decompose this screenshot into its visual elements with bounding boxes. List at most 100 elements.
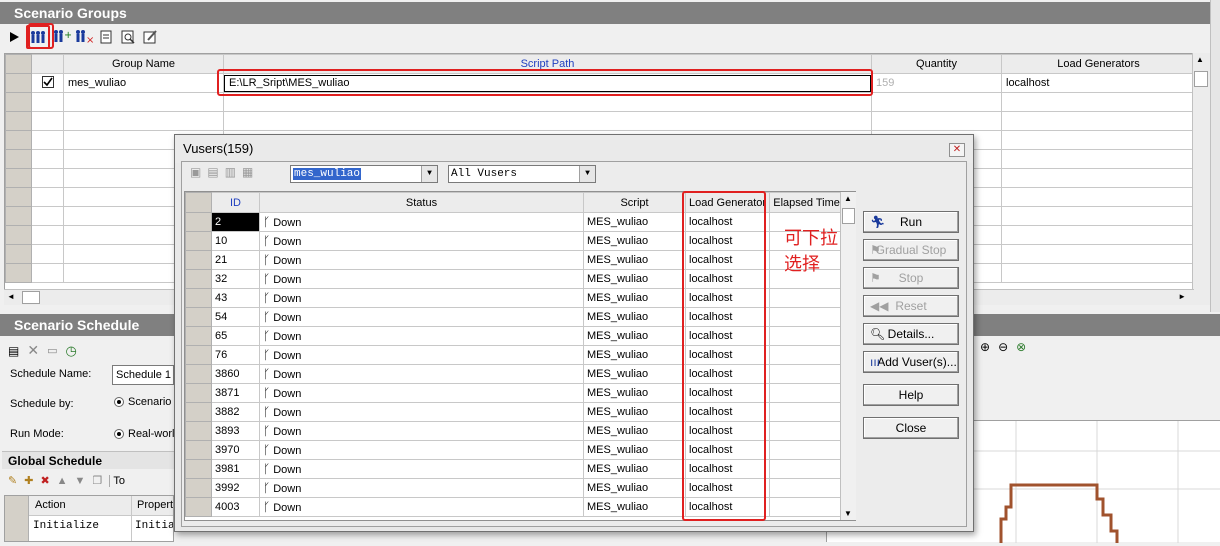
scroll-thumb[interactable] [1194, 71, 1208, 87]
row-header[interactable] [5, 73, 32, 93]
vuser-script-cell[interactable]: MES_wuliao [583, 364, 686, 384]
row-header[interactable] [185, 383, 212, 403]
vuser-script-cell[interactable]: MES_wuliao [583, 307, 686, 327]
delete-schedule-icon[interactable]: ✕ [27, 342, 39, 359]
start-scenario-icon[interactable] [4, 27, 24, 47]
vuser-status-cell[interactable]: ᚴ Down [259, 231, 584, 251]
schedule-name-field[interactable]: Schedule 1 [112, 365, 174, 385]
column-header-quantity[interactable]: Quantity [871, 54, 1002, 74]
vuser-script-cell[interactable]: MES_wuliao [583, 212, 686, 232]
vuser-status-cell[interactable]: ᚴ Down [259, 440, 584, 460]
vuser-status-cell[interactable]: ᚴ Down [259, 288, 584, 308]
vuser-id-cell[interactable]: 32 [211, 269, 260, 289]
vuser-elapsed-time-cell[interactable] [769, 459, 845, 479]
vuser-id-cell[interactable]: 65 [211, 326, 260, 346]
edit-action-icon[interactable]: ✎ [8, 474, 17, 487]
row-header[interactable] [185, 402, 212, 422]
load-generators-cell[interactable]: localhost [1001, 73, 1196, 93]
column-header-script[interactable]: Script [583, 192, 686, 213]
vuser-status-cell[interactable]: ᚴ Down [259, 269, 584, 289]
vuser-script-cell[interactable]: MES_wuliao [583, 440, 686, 460]
vuser-status-cell[interactable]: ᚴ Down [259, 459, 584, 479]
vuser-elapsed-time-cell[interactable] [769, 497, 845, 517]
details-button[interactable]: 🔍︎ Details... [863, 323, 959, 345]
group-filter-dropdown[interactable]: mes_wuliao ▼ [290, 165, 438, 183]
vuser-elapsed-time-cell[interactable] [769, 326, 845, 346]
vuser-elapsed-time-cell[interactable] [769, 421, 845, 441]
close-icon[interactable]: ✕ [949, 143, 965, 157]
vuser-elapsed-time-cell[interactable] [769, 478, 845, 498]
vuser-script-cell[interactable]: MES_wuliao [583, 421, 686, 441]
add-action-icon[interactable]: ✚ [24, 474, 33, 487]
vuser-id-cell[interactable]: 2 [211, 212, 260, 232]
vuser-script-cell[interactable]: MES_wuliao [583, 402, 686, 422]
vuser-script-cell[interactable]: MES_wuliao [583, 288, 686, 308]
vuser-filter-dropdown[interactable]: All Vusers ▼ [448, 165, 596, 183]
column-header-load-generators[interactable]: Load Generators [1001, 54, 1196, 74]
row-header[interactable] [185, 231, 212, 251]
vuser-script-cell[interactable]: MES_wuliao [583, 326, 686, 346]
vuser-filter-icon[interactable]: ▥ [225, 165, 236, 179]
row-header[interactable] [185, 440, 212, 460]
move-down-icon[interactable]: ▼ [75, 475, 86, 487]
delete-action-icon[interactable]: ✖ [40, 474, 49, 487]
vuser-script-cell[interactable]: MES_wuliao [583, 478, 686, 498]
vuser-id-cell[interactable]: 3860 [211, 364, 260, 384]
column-header-status[interactable]: Status [259, 192, 584, 213]
quantity-cell[interactable]: 159 [871, 73, 1002, 93]
row-header[interactable] [185, 288, 212, 308]
vuser-script-cell[interactable]: MES_wuliao [583, 459, 686, 479]
vuser-id-cell[interactable]: 4003 [211, 497, 260, 517]
vuser-script-cell[interactable]: MES_wuliao [583, 383, 686, 403]
vuser-status-cell[interactable]: ᚴ Down [259, 478, 584, 498]
chevron-down-icon[interactable]: ▼ [579, 166, 595, 182]
vuser-id-cell[interactable]: 3970 [211, 440, 260, 460]
vuser-elapsed-time-cell[interactable] [769, 383, 845, 403]
copy-icon[interactable]: ❐ [92, 474, 102, 487]
row-header[interactable] [185, 478, 212, 498]
vuser-script-cell[interactable]: MES_wuliao [583, 497, 686, 517]
vuser-id-cell[interactable]: 3882 [211, 402, 260, 422]
remove-group-icon[interactable]: × [74, 27, 94, 47]
row-header[interactable] [185, 345, 212, 365]
vuser-script-cell[interactable]: MES_wuliao [583, 231, 686, 251]
column-header-action[interactable]: Action [35, 499, 66, 511]
vuser-id-cell[interactable]: 3893 [211, 421, 260, 441]
row-header[interactable] [185, 459, 212, 479]
row-header[interactable] [185, 269, 212, 289]
vuser-sort-icon[interactable]: ▦ [242, 165, 253, 179]
column-header-elapsed-time[interactable]: Elapsed Time [769, 192, 845, 213]
checkbox-checked-icon[interactable] [41, 75, 54, 88]
vuser-elapsed-time-cell[interactable] [769, 307, 845, 327]
group-details-icon[interactable] [96, 27, 116, 47]
column-header-id[interactable]: ID [211, 192, 260, 213]
row-header[interactable] [185, 497, 212, 517]
vuser-status-cell[interactable]: ᚴ Down [259, 402, 584, 422]
vuser-script-cell[interactable]: MES_wuliao [583, 250, 686, 270]
vuser-id-cell[interactable]: 10 [211, 231, 260, 251]
vuser-script-cell[interactable]: MES_wuliao [583, 269, 686, 289]
vuser-elapsed-time-cell[interactable] [769, 440, 845, 460]
zoom-out-icon[interactable]: ⊖ [998, 340, 1008, 354]
vuser-id-cell[interactable]: 21 [211, 250, 260, 270]
vuser-id-cell[interactable]: 76 [211, 345, 260, 365]
vuser-log-icon[interactable]: ▤ [207, 165, 218, 179]
new-schedule-icon[interactable]: ▤ [8, 344, 19, 358]
group-name-cell[interactable]: mes_wuliao [63, 73, 224, 93]
chevron-down-icon[interactable]: ▼ [421, 166, 437, 182]
hscroll-thumb[interactable] [22, 291, 40, 304]
vuser-status-cell[interactable]: ᚴ Down [259, 307, 584, 327]
gradual-stop-button[interactable]: ⚑ Gradual Stop [863, 239, 959, 261]
column-header-properties[interactable]: Properties [137, 499, 173, 511]
vusers-vertical-scrollbar[interactable]: ▲ ▼ [840, 192, 856, 520]
vuser-status-cell[interactable]: ᚴ Down [259, 421, 584, 441]
schedule-clock-icon[interactable]: ◷ [65, 343, 76, 359]
vuser-id-cell[interactable]: 3981 [211, 459, 260, 479]
zoom-in-icon[interactable]: ⊕ [980, 340, 990, 354]
help-button[interactable]: Help [863, 384, 959, 406]
properties-cell[interactable]: Initial [135, 520, 173, 532]
run-button[interactable]: 🏃︎ Run [863, 211, 959, 233]
radio-selected-icon[interactable] [114, 397, 124, 408]
close-button[interactable]: Close [863, 417, 959, 439]
vuser-elapsed-time-cell[interactable] [769, 364, 845, 384]
